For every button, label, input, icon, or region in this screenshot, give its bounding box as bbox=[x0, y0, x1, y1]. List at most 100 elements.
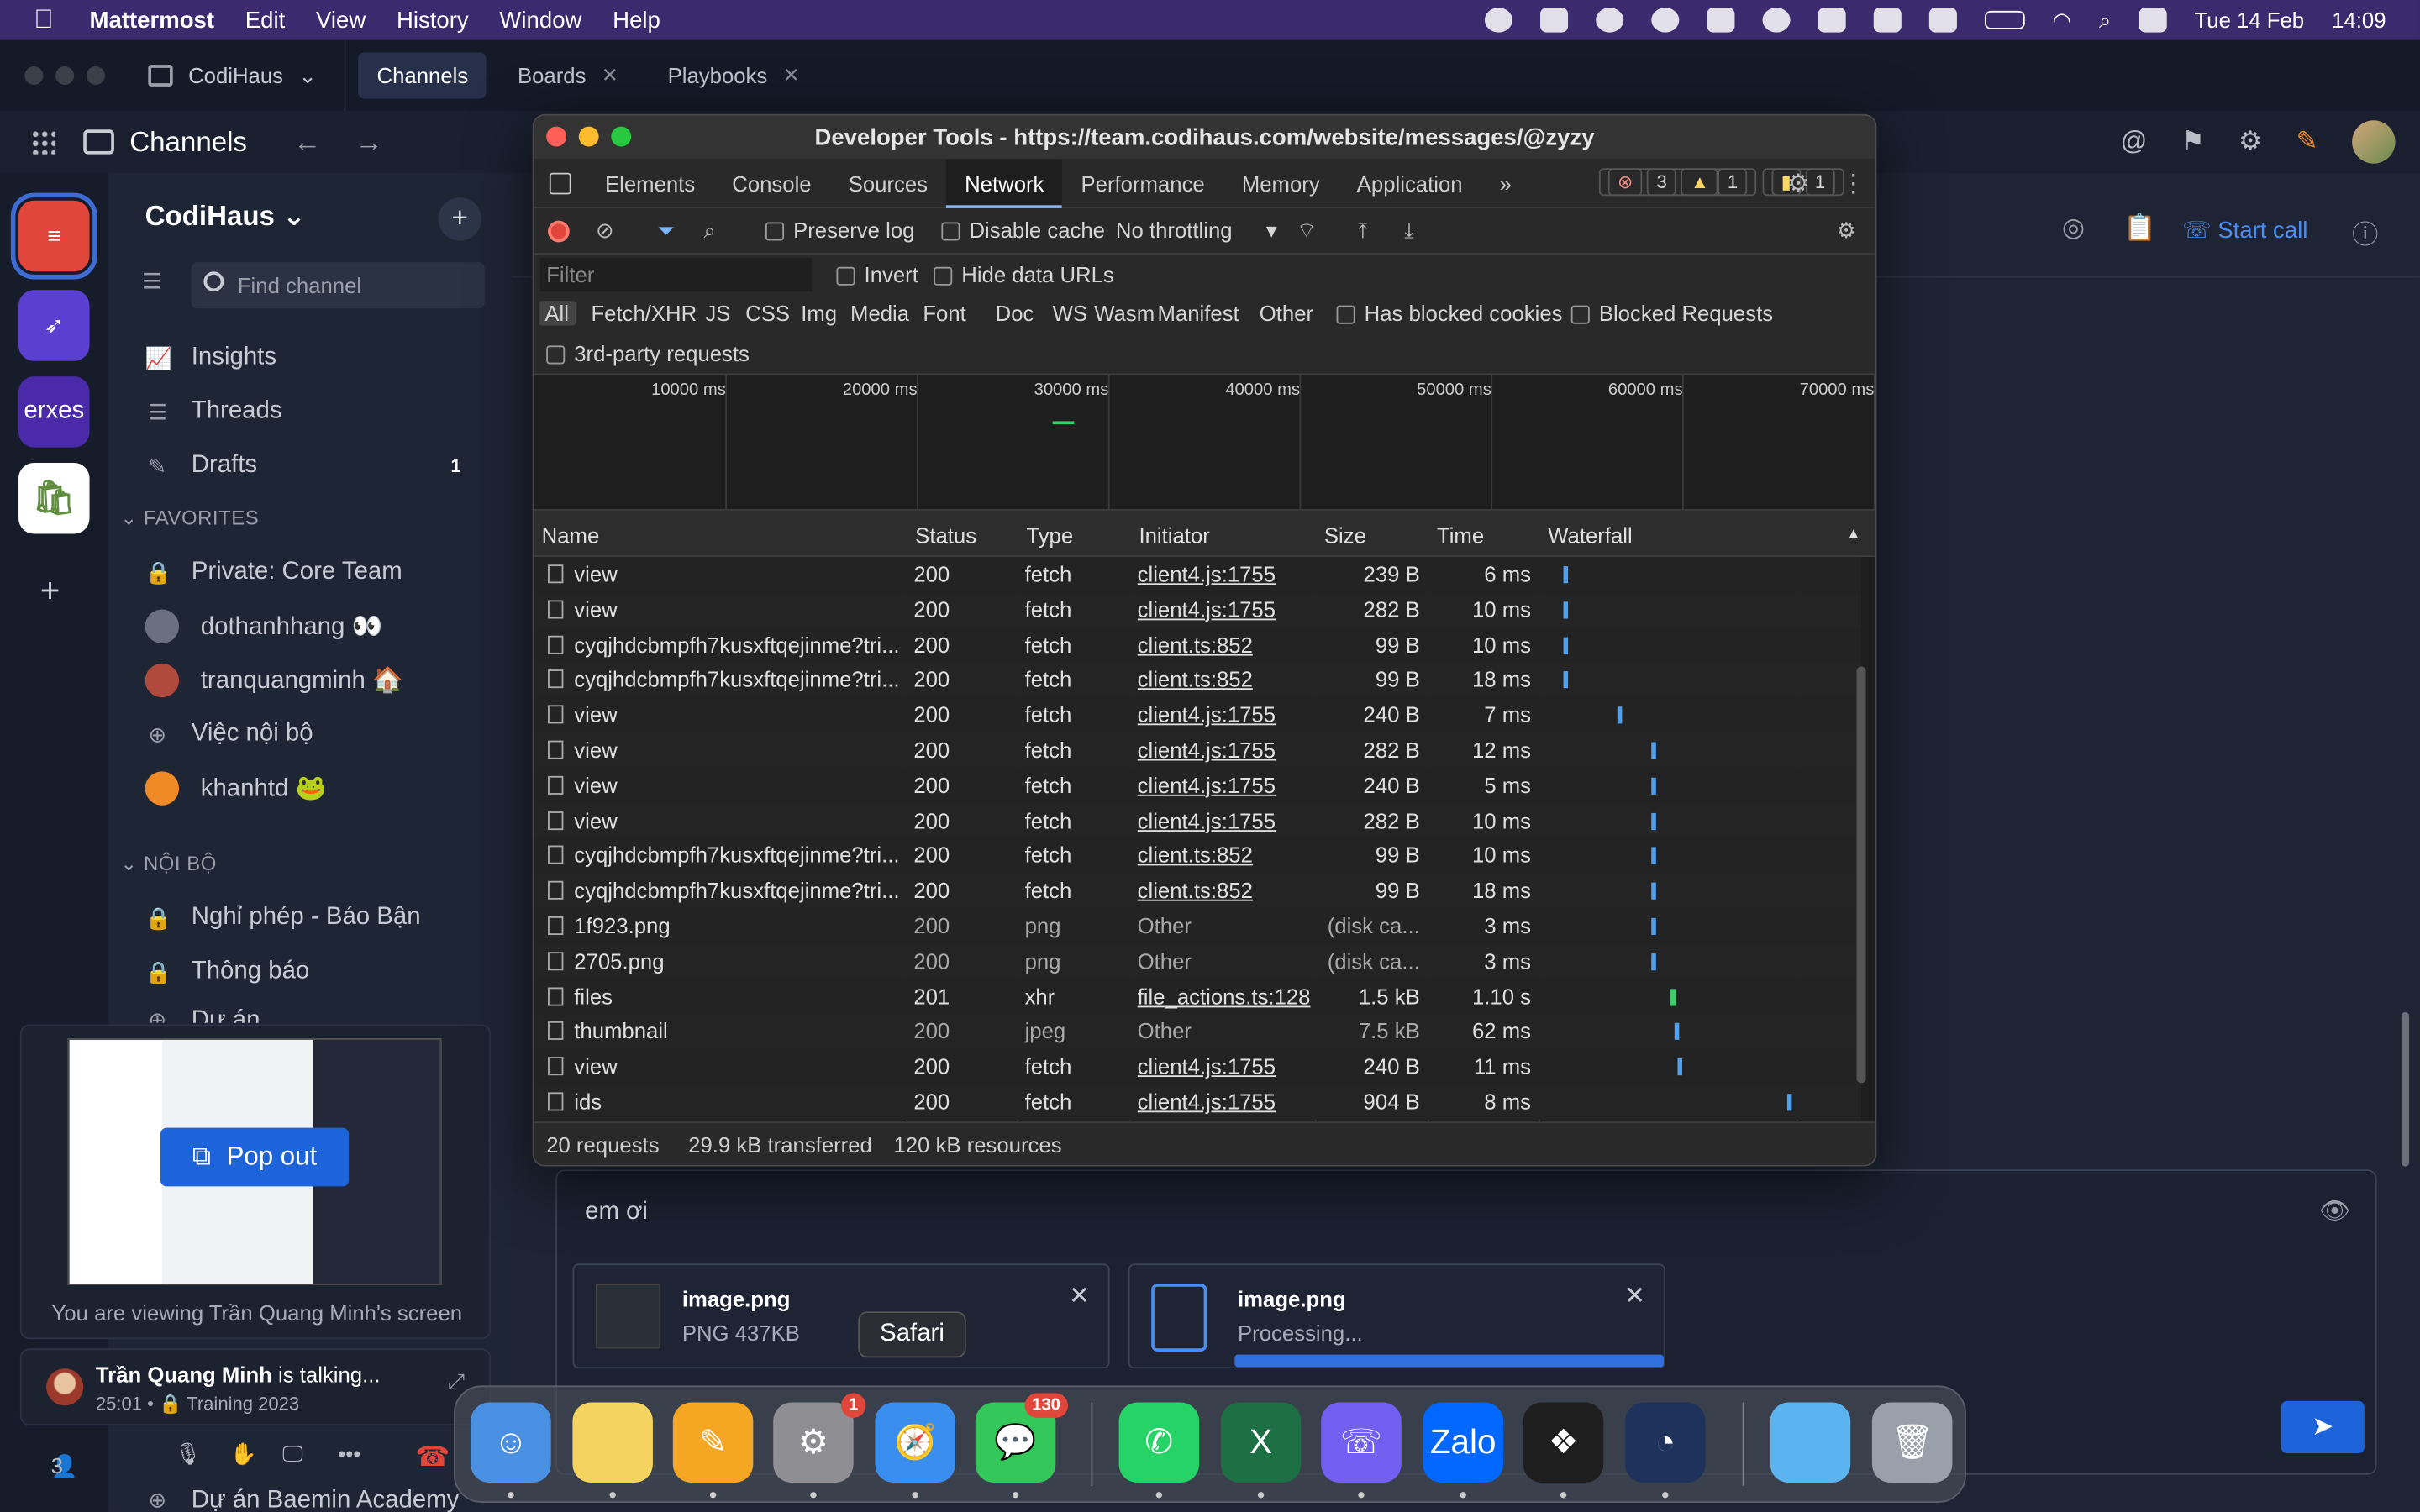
start-call-button[interactable]: ☏ Start call bbox=[2182, 216, 2307, 244]
find-channel-input[interactable]: Find channel bbox=[191, 262, 485, 309]
table-row[interactable]: view 200 fetch client4.js:1755 282 B 10 ms bbox=[534, 591, 1862, 627]
team-name-menu[interactable]: CodiHaus ⌄ bbox=[145, 201, 306, 234]
menu-history[interactable]: History bbox=[397, 7, 469, 33]
column-status[interactable]: Status bbox=[915, 523, 976, 548]
throttling-select[interactable]: No throttling ▾ bbox=[1116, 218, 1277, 244]
sidebar-item-core-team[interactable]: 🔒 Private: Core Team bbox=[145, 554, 402, 591]
table-row[interactable]: view 200 fetch client4.js:1755 282 B 10 ms bbox=[534, 803, 1862, 839]
vietnamese-input-icon[interactable] bbox=[1928, 8, 1957, 33]
back-arrow-icon[interactable]: ← bbox=[293, 126, 321, 159]
table-row[interactable]: view 200 fetch client4.js:1755 240 B 5 ms bbox=[534, 768, 1862, 804]
dock-safari-icon[interactable]: 🧭 bbox=[875, 1402, 955, 1483]
tab-elements[interactable]: Elements bbox=[587, 158, 713, 207]
zoom-window-button[interactable] bbox=[611, 126, 632, 147]
team-rabbit[interactable]: ➶ bbox=[18, 290, 90, 361]
hide-data-urls-checkbox[interactable]: Hide data URLs bbox=[934, 262, 1114, 287]
type-filter-doc[interactable]: Doc bbox=[996, 301, 1034, 325]
tab-channels[interactable]: Channels bbox=[358, 52, 487, 99]
drive-icon[interactable] bbox=[1707, 8, 1735, 33]
info-icon[interactable]: ⓘ bbox=[2352, 213, 2378, 251]
request-initiator[interactable]: client4.js:1755 bbox=[1138, 1054, 1323, 1079]
remove-attachment-icon[interactable]: ✕ bbox=[1624, 1280, 1645, 1311]
network-overview-timeline[interactable]: 10000 ms 20000 ms 30000 ms 40000 ms 50000 ms… bbox=[534, 375, 1876, 511]
team-erxes[interactable]: erxes bbox=[18, 376, 90, 448]
dock-zalo-icon[interactable]: Zalo bbox=[1423, 1402, 1503, 1483]
filter-icon[interactable]: ☰ bbox=[142, 269, 176, 302]
type-filter-manifest[interactable]: Manifest bbox=[1158, 301, 1239, 325]
cloud-icon[interactable] bbox=[1595, 8, 1623, 33]
favorites-category[interactable]: ⌄ FAVORITES bbox=[120, 506, 259, 530]
tab-sources[interactable]: Sources bbox=[830, 158, 946, 207]
sidebar-item-baemin[interactable]: ⊕ Dự án Baemin Academy bbox=[145, 1488, 460, 1512]
filter-input[interactable]: Filter bbox=[539, 257, 813, 292]
dock-folder-icon[interactable] bbox=[1770, 1402, 1851, 1483]
saved-messages-icon[interactable]: ⚑ bbox=[2181, 127, 2205, 158]
clipboard-icon[interactable]: 📋 bbox=[2123, 213, 2156, 244]
team-shopify[interactable]: 🛍 bbox=[18, 463, 90, 534]
column-type[interactable]: Type bbox=[1026, 523, 1073, 548]
third-party-checkbox[interactable]: 3rd-party requests bbox=[546, 341, 750, 365]
settings-gear-icon[interactable]: ⚙ bbox=[2238, 127, 2262, 158]
type-filter-ws[interactable]: WS bbox=[1053, 301, 1087, 325]
sidebar-item-threads[interactable]: ☰ Threads bbox=[145, 393, 282, 430]
type-filter-js[interactable]: JS bbox=[705, 301, 730, 325]
tab-console[interactable]: Console bbox=[713, 158, 829, 207]
tab-boards[interactable]: Boards ✕ bbox=[499, 52, 637, 98]
expand-icon[interactable]: ⤢ bbox=[448, 1368, 466, 1394]
menubar-date[interactable]: Tue 14 Feb bbox=[2195, 8, 2305, 32]
request-initiator[interactable]: client4.js:1755 bbox=[1138, 773, 1323, 797]
sidebar-item-drafts[interactable]: ✎ Drafts 1 bbox=[145, 448, 470, 485]
sidebar-item-khanhtd[interactable]: khanhtd 🐸 bbox=[145, 770, 326, 807]
table-row[interactable]: cyqjhdcbmpfh7kusxftqejinme?tri... 200 fetc… bbox=[534, 627, 1862, 663]
network-conditions-icon[interactable]: ⌔ bbox=[1297, 218, 1317, 245]
close-window-button[interactable] bbox=[546, 126, 567, 147]
dock-whatsapp-icon[interactable]: ✆ bbox=[1118, 1402, 1200, 1483]
request-initiator[interactable]: client.ts:852 bbox=[1138, 843, 1323, 868]
more-tabs-icon[interactable]: » bbox=[1481, 158, 1530, 207]
table-row[interactable]: view 200 fetch client4.js:1755 239 B 6 ms bbox=[534, 557, 1862, 592]
invert-checkbox[interactable]: Invert bbox=[836, 262, 918, 287]
request-table-scrollbar[interactable] bbox=[1856, 666, 1866, 1084]
menubar-time[interactable]: 14:09 bbox=[2332, 8, 2386, 32]
table-row[interactable]: view 200 fetch client4.js:1755 240 B 11 ms bbox=[534, 1049, 1862, 1085]
request-initiator[interactable]: client.ts:852 bbox=[1138, 667, 1323, 691]
remove-attachment-icon[interactable]: ✕ bbox=[1069, 1280, 1090, 1311]
mentions-icon[interactable]: @ bbox=[2121, 127, 2148, 158]
export-har-icon[interactable]: ⤓ bbox=[1404, 218, 1413, 244]
request-initiator[interactable]: client4.js:1755 bbox=[1138, 738, 1323, 762]
sidebar-item-du-an[interactable]: ⊕ Dự án bbox=[145, 1007, 260, 1022]
disable-cache-checkbox[interactable]: Disable cache bbox=[941, 218, 1105, 242]
table-row[interactable]: files 201 xhr file_actions.ts:128 1.5 kB 1.10… bbox=[534, 979, 1862, 1015]
dock-messages-icon[interactable]: 💬 130 bbox=[975, 1393, 1068, 1483]
network-settings-gear-icon[interactable]: ⚙ bbox=[1837, 218, 1856, 244]
search-icon[interactable]: ⌕ bbox=[2099, 7, 2111, 33]
type-filter-fetchxhr[interactable]: Fetch/XHR bbox=[591, 301, 697, 325]
noibo-category[interactable]: ⌄ NỘI BỘ bbox=[120, 852, 217, 876]
menu-help[interactable]: Help bbox=[613, 7, 660, 33]
request-initiator[interactable]: client4.js:1755 bbox=[1138, 562, 1323, 586]
search-icon[interactable]: ⌕ bbox=[704, 218, 716, 244]
wifi-icon[interactable]: ◠ bbox=[2052, 7, 2070, 33]
column-initiator[interactable]: Initiator bbox=[1139, 523, 1209, 548]
devtools-settings-gear-icon[interactable]: ⚙ bbox=[1787, 168, 1809, 199]
column-size[interactable]: Size bbox=[1324, 523, 1366, 548]
sidebar-item-thong-bao[interactable]: 🔒 Thông báo bbox=[145, 953, 310, 990]
sidebar-item-nghi-phep[interactable]: 🔒 Nghỉ phép - Báo Bận bbox=[145, 900, 421, 937]
request-initiator[interactable]: client4.js:1755 bbox=[1138, 1089, 1323, 1114]
target-icon[interactable]: ◎ bbox=[2062, 213, 2085, 244]
tab-application[interactable]: Application bbox=[1339, 158, 1481, 207]
type-filter-media[interactable]: Media bbox=[850, 301, 909, 325]
column-time[interactable]: Time bbox=[1437, 523, 1484, 548]
dock-notes-icon[interactable] bbox=[572, 1402, 653, 1483]
sort-ascending-icon[interactable]: ▲ bbox=[1846, 526, 1861, 543]
clear-icon[interactable]: ⊘ bbox=[596, 218, 614, 244]
mattermost-status-icon[interactable] bbox=[1762, 8, 1791, 33]
menu-window[interactable]: Window bbox=[499, 7, 581, 33]
share-screen-icon[interactable]: 🖵 bbox=[282, 1441, 303, 1467]
dock-excel-icon[interactable]: X bbox=[1220, 1402, 1302, 1483]
table-row[interactable]: cyqjhdcbmpfh7kusxftqejinme?tri... 200 fetc… bbox=[534, 662, 1862, 698]
inspect-element-icon[interactable] bbox=[534, 158, 586, 207]
mute-mic-icon[interactable]: 🎙 bbox=[175, 1441, 203, 1467]
request-initiator[interactable]: client.ts:852 bbox=[1138, 632, 1323, 656]
menu-edit[interactable]: Edit bbox=[245, 7, 285, 33]
